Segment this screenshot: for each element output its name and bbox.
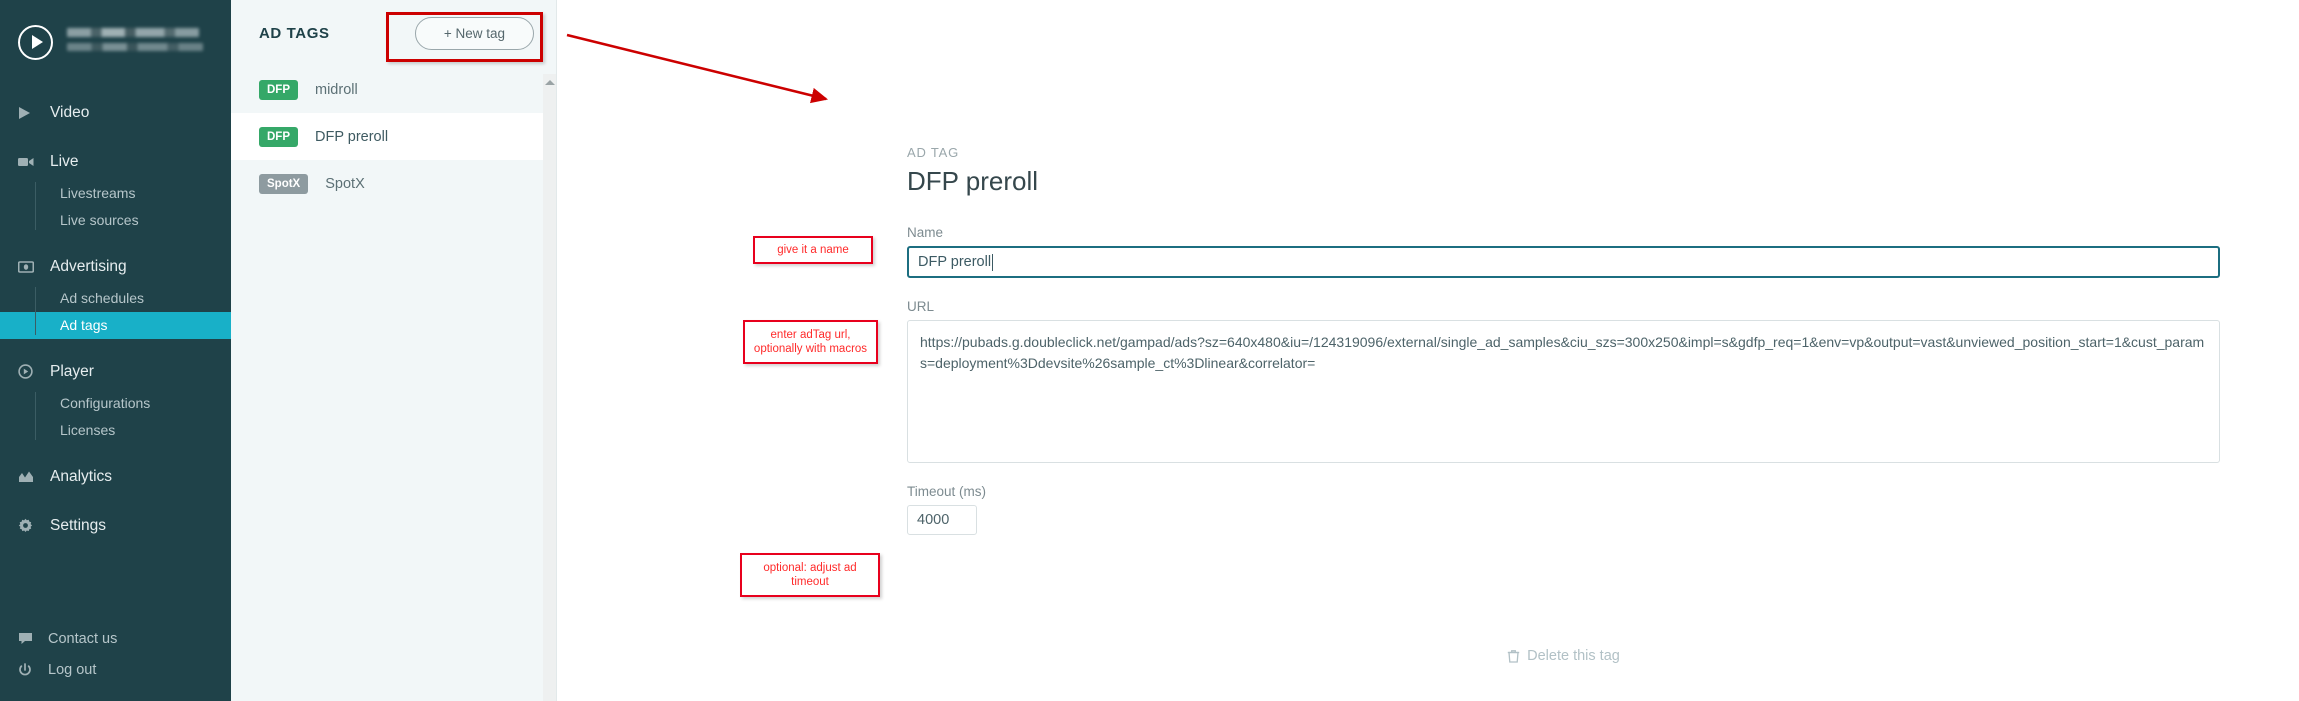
chart-icon (18, 470, 44, 483)
ad-tag-form: AD TAG DFP preroll Name DFP preroll URL … (907, 145, 2269, 535)
name-input[interactable]: DFP preroll (907, 246, 2220, 278)
delete-tag-row: Delete this tag (907, 648, 2220, 668)
sidebar-item-ad-schedules[interactable]: Ad schedules (0, 285, 231, 312)
sidebar-item-label: Player (50, 362, 94, 380)
sidebar-item-label: Settings (50, 516, 107, 534)
sidebar-item-video[interactable]: Video (0, 96, 231, 129)
delete-tag-label: Delete this tag (1527, 648, 1620, 664)
url-field-label: URL (907, 299, 935, 314)
video-camera-icon (18, 156, 44, 168)
nav-group-live: Live Livestreams Live sources (0, 145, 231, 234)
timeout-field-label: Timeout (ms) (907, 484, 987, 499)
ad-tags-panel-header: AD TAGS + New tag (231, 0, 556, 66)
sidebar-footer: Contact us Log out (0, 623, 231, 685)
new-tag-button[interactable]: + New tag (414, 16, 534, 50)
sidebar-item-contact-us[interactable]: Contact us (0, 623, 231, 654)
sidebar-item-label: Video (50, 103, 90, 121)
sidebar-item-live[interactable]: Live (0, 145, 231, 178)
ad-tag-name: SpotX (325, 175, 365, 192)
ad-tag-list-item[interactable]: DFP midroll (231, 66, 556, 113)
sidebar-item-player[interactable]: Player (0, 355, 231, 388)
brand-name-redacted (67, 27, 199, 37)
power-icon (18, 662, 44, 677)
name-field-label: Name (907, 225, 944, 240)
nav-group-video: Video (0, 96, 231, 129)
sidebar-footer-label: Contact us (48, 630, 118, 647)
ad-tags-panel: AD TAGS + New tag DFP midroll DFP DFP pr… (231, 0, 557, 701)
sidebar-subnav-player: Configurations Licenses (0, 390, 231, 444)
sidebar-item-settings[interactable]: Settings (0, 509, 231, 542)
sidebar-item-advertising[interactable]: Advertising (0, 250, 231, 283)
ad-tag-list-item[interactable]: DFP DFP preroll (231, 113, 556, 160)
ad-tags-scrollbar[interactable] (543, 74, 556, 701)
sidebar-item-live-sources[interactable]: Live sources (0, 207, 231, 234)
sidebar-item-analytics[interactable]: Analytics (0, 460, 231, 493)
play-circle-icon (18, 24, 53, 60)
sidebar-item-configurations[interactable]: Configurations (0, 390, 231, 417)
sidebar-subnav-live: Livestreams Live sources (0, 180, 231, 234)
sidebar-item-label: Advertising (50, 257, 127, 275)
delete-tag-button[interactable]: Delete this tag (1507, 648, 1620, 664)
sidebar: Video Live Livestreams Live sources Adve… (0, 0, 231, 701)
brand-text (67, 27, 203, 57)
play-triangle-icon (18, 106, 44, 120)
banknote-icon (18, 260, 44, 273)
nav-group-analytics: Analytics (0, 460, 231, 493)
ad-tag-badge: DFP (259, 126, 298, 147)
sidebar-item-log-out[interactable]: Log out (0, 654, 231, 685)
main-content: AD TAG DFP preroll Name DFP preroll URL … (557, 0, 2299, 701)
sidebar-item-label: Live (50, 152, 79, 170)
timeout-input-value: 4000 (917, 512, 950, 528)
sidebar-footer-label: Log out (48, 661, 97, 678)
app-root: Video Live Livestreams Live sources Adve… (0, 0, 2299, 701)
ad-tag-badge: SpotX (259, 173, 309, 194)
text-caret (992, 253, 994, 271)
ad-tag-list-item[interactable]: SpotX SpotX (231, 160, 556, 207)
brand[interactable] (0, 0, 231, 66)
sidebar-nav: Video Live Livestreams Live sources Adve… (0, 96, 231, 542)
gear-icon (18, 518, 44, 533)
play-circle-outline-icon (18, 364, 44, 379)
nav-group-player: Player Configurations Licenses (0, 355, 231, 444)
url-input[interactable]: https://pubads.g.doubleclick.net/gampad/… (907, 320, 2220, 463)
nav-group-settings: Settings (0, 509, 231, 542)
chat-bubble-icon (18, 632, 44, 645)
sidebar-item-label: Analytics (50, 467, 113, 485)
ad-tags-panel-title: AD TAGS (259, 24, 330, 42)
trash-icon (1507, 649, 1520, 663)
sidebar-subnav-advertising: Ad schedules Ad tags (0, 285, 231, 339)
scroll-up-arrow-icon[interactable] (544, 80, 555, 85)
page-title: DFP preroll (907, 166, 1039, 196)
ad-tag-name: midroll (315, 81, 358, 98)
brand-subtitle-redacted (67, 42, 203, 51)
breadcrumb: AD TAG (907, 145, 959, 160)
ad-tag-badge: DFP (259, 79, 298, 100)
sidebar-item-livestreams[interactable]: Livestreams (0, 180, 231, 207)
nav-group-advertising: Advertising Ad schedules Ad tags (0, 250, 231, 339)
name-input-value: DFP preroll (918, 254, 992, 270)
timeout-input[interactable]: 4000 (907, 505, 977, 535)
sidebar-item-ad-tags[interactable]: Ad tags (0, 312, 231, 339)
ad-tag-name: DFP preroll (315, 128, 389, 145)
sidebar-item-licenses[interactable]: Licenses (0, 417, 231, 444)
